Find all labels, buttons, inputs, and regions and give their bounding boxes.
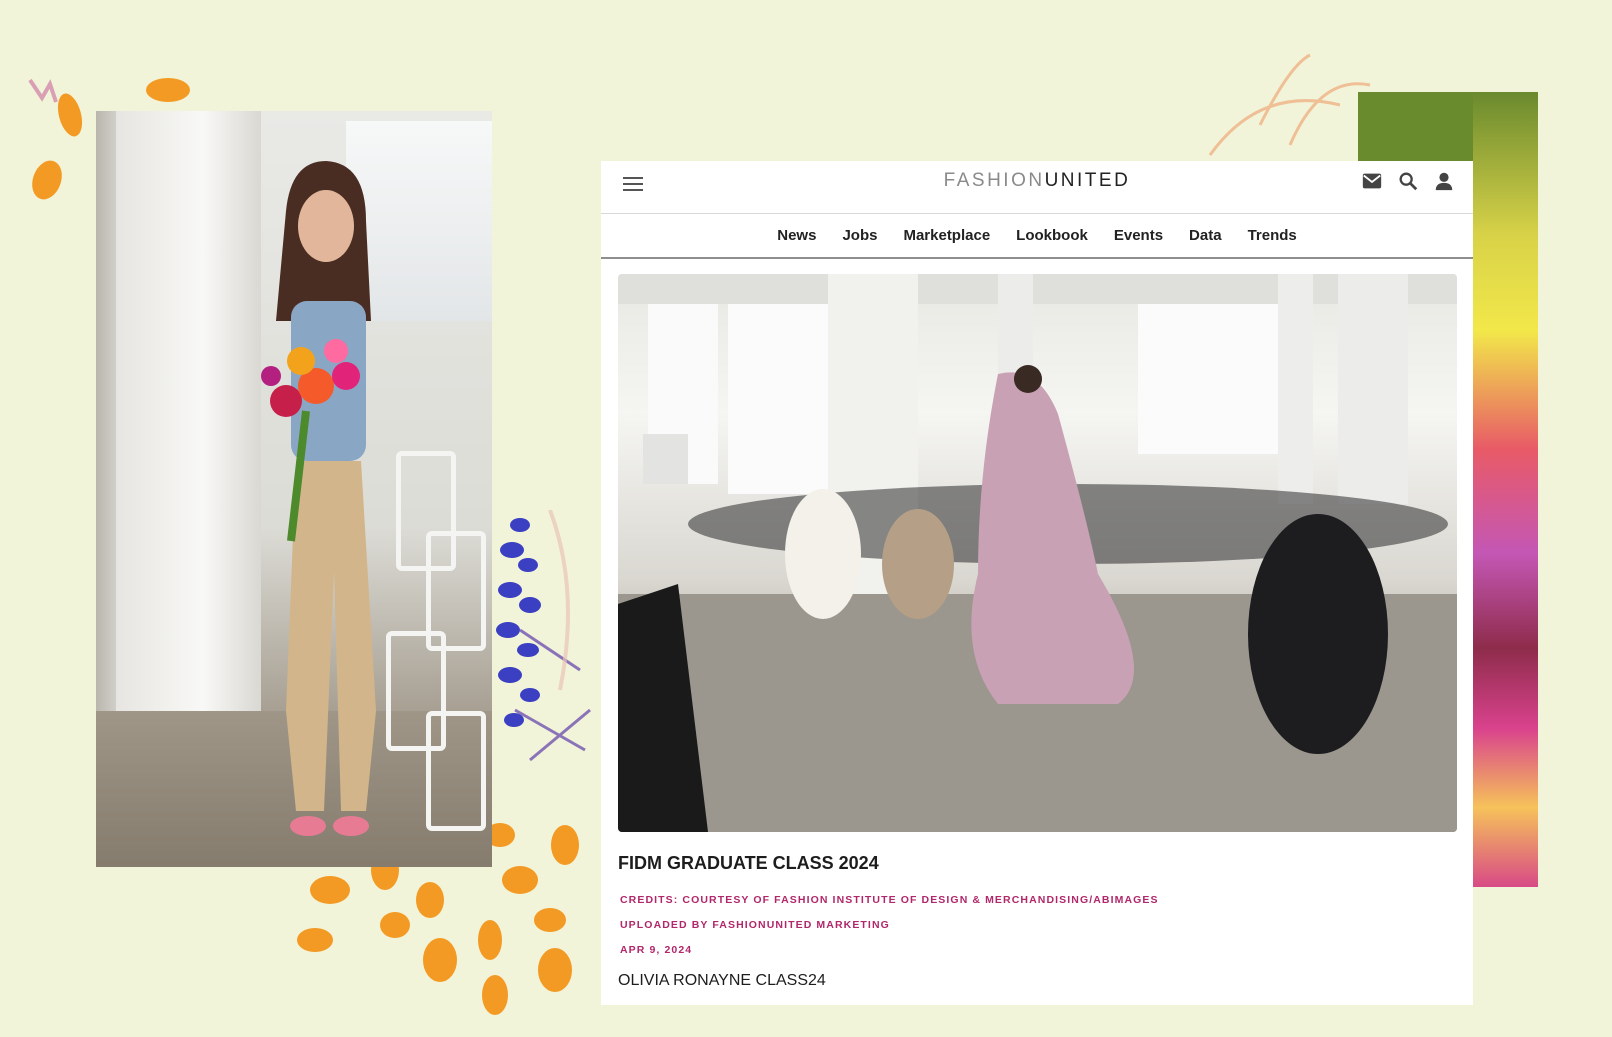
photo-credits: CREDITS: COURTESY OF FASHION INSTITUTE O… (620, 894, 1159, 906)
nav-jobs[interactable]: Jobs (842, 227, 877, 244)
portrait-photo (96, 111, 492, 867)
nav-news[interactable]: News (777, 227, 816, 244)
photo-column (116, 111, 261, 731)
search-icon[interactable] (1397, 170, 1419, 192)
photo-person-with-bouquet (261, 161, 376, 836)
uploaded-by: UPLOADED BY FASHIONUNITED MARKETING (620, 919, 890, 931)
nav-marketplace[interactable]: Marketplace (903, 227, 990, 244)
mail-icon[interactable] (1361, 170, 1383, 192)
decorative-lupine-flower (496, 510, 591, 762)
photo-caption: OLIVIA RONAYNE CLASS24 (618, 972, 826, 989)
decorative-leaf-sketch-top (1208, 53, 1371, 156)
nav-data[interactable]: Data (1189, 227, 1222, 244)
header-icons (1361, 170, 1455, 192)
decorative-floral-panel (1473, 92, 1538, 887)
article-card: FASHIONUNITED News Jobs Marketplace Look… (601, 161, 1473, 1005)
article-title: FIDM GRADUATE CLASS 2024 (618, 853, 879, 873)
site-header: FASHIONUNITED (601, 161, 1473, 214)
user-icon[interactable] (1433, 170, 1455, 192)
nav-trends[interactable]: Trends (1248, 227, 1297, 244)
main-nav: News Jobs Marketplace Lookbook Events Da… (601, 213, 1473, 259)
runway-photo[interactable] (618, 274, 1457, 832)
photo-chair (426, 711, 486, 831)
logo-fashion: FASHION (943, 170, 1045, 191)
runway-photo-scene (618, 274, 1457, 832)
site-logo[interactable]: FASHIONUNITED (601, 170, 1473, 192)
publish-date: APR 9, 2024 (620, 944, 693, 956)
logo-united: UNITED (1044, 170, 1131, 191)
nav-lookbook[interactable]: Lookbook (1016, 227, 1088, 244)
nav-events[interactable]: Events (1114, 227, 1163, 244)
